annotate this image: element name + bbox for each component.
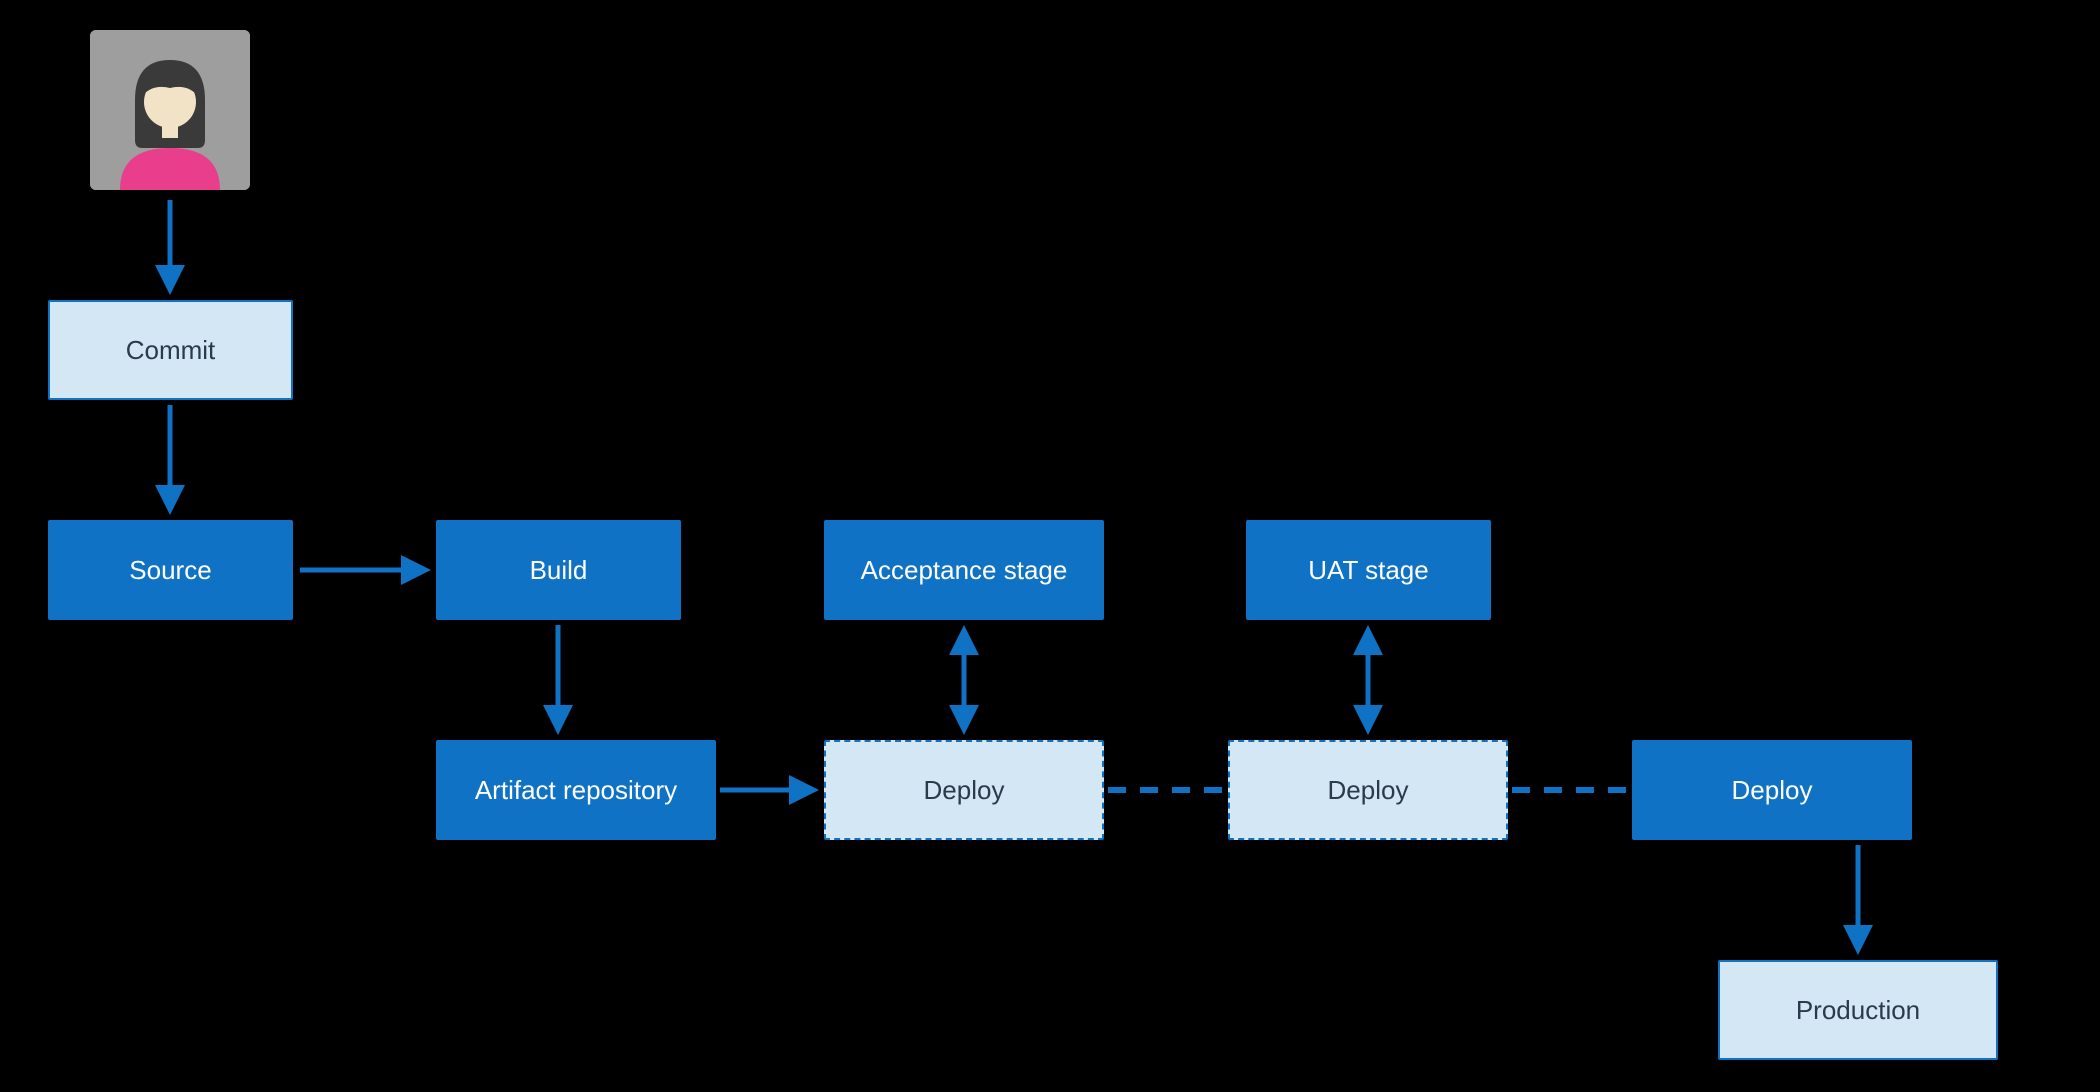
source-label: Source	[129, 555, 211, 586]
artifact-label: Artifact repository	[475, 775, 677, 806]
uat-label: UAT stage	[1308, 555, 1428, 586]
commit-label: Commit	[126, 335, 216, 366]
deploy-acceptance-node: Deploy	[824, 740, 1104, 840]
commit-node: Commit	[48, 300, 293, 400]
production-label: Production	[1796, 995, 1920, 1026]
diagram-canvas: Commit Source Build Artifact repository …	[0, 0, 2100, 1092]
acceptance-label: Acceptance stage	[861, 555, 1068, 586]
source-node: Source	[48, 520, 293, 620]
build-node: Build	[436, 520, 681, 620]
build-label: Build	[530, 555, 588, 586]
deploy-uat-node: Deploy	[1228, 740, 1508, 840]
uat-stage-node: UAT stage	[1246, 520, 1491, 620]
deploy3-label: Deploy	[1732, 775, 1813, 806]
deploy2-label: Deploy	[1328, 775, 1409, 806]
developer-avatar-icon	[90, 30, 250, 190]
deploy-production-node: Deploy	[1632, 740, 1912, 840]
artifact-repository-node: Artifact repository	[436, 740, 716, 840]
deploy1-label: Deploy	[924, 775, 1005, 806]
acceptance-stage-node: Acceptance stage	[824, 520, 1104, 620]
production-node: Production	[1718, 960, 1998, 1060]
